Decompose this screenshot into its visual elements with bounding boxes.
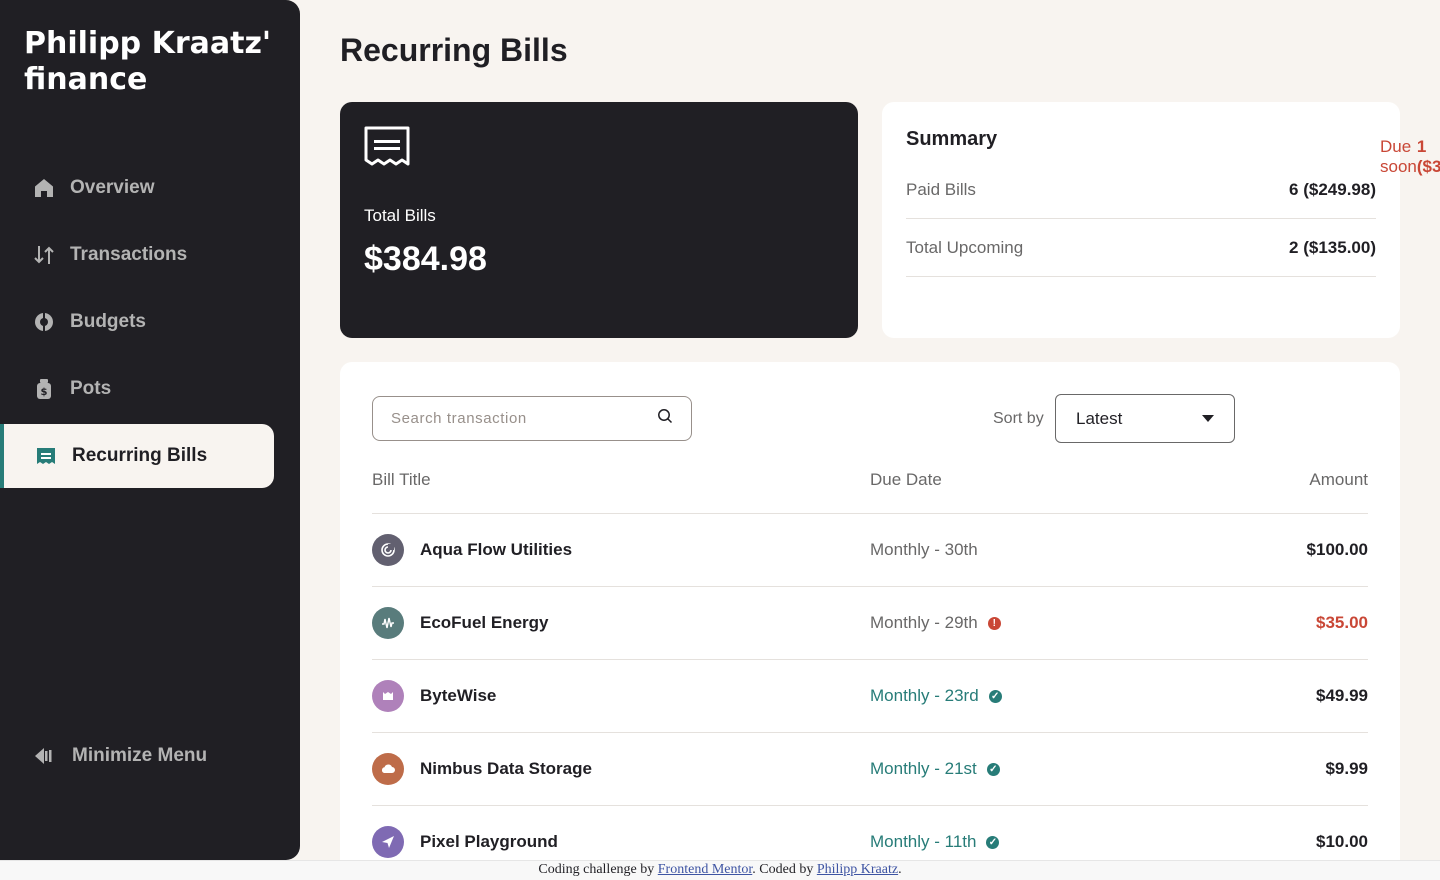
pixel-playground-icon: [372, 826, 404, 858]
footer-text: Coding challenge by: [538, 862, 658, 877]
bill-due-date: Monthly - 11th ✓: [870, 832, 1000, 852]
aqua-flow-icon: [372, 534, 404, 566]
sort-selected-value: Latest: [1076, 408, 1123, 428]
due-text: Monthly - 30th: [870, 540, 978, 559]
summary-label: Total Upcoming: [906, 237, 1024, 257]
frontend-mentor-link[interactable]: Frontend Mentor: [658, 862, 753, 877]
check-icon: ✓: [988, 689, 1002, 703]
brand-logo: Philipp Kraatz' finance: [24, 26, 272, 97]
bill-due-date: Monthly - 23rd ✓: [870, 686, 1002, 706]
nimbus-icon: [372, 753, 404, 785]
sidebar-item-transactions[interactable]: Transactions: [0, 223, 274, 287]
sidebar-item-pots[interactable]: $ Pots: [0, 357, 274, 421]
summary-row-upcoming: Total Upcoming 2 ($135.00): [906, 219, 1376, 277]
bills-list: Aqua Flow Utilities Monthly - 30th $100.…: [372, 514, 1368, 879]
bill-name: Aqua Flow Utilities: [420, 540, 573, 559]
summary-title: Summary: [906, 128, 998, 150]
bill-due-date: Monthly - 21st ✓: [870, 759, 1000, 779]
due-text: Monthly - 23rd: [870, 686, 979, 705]
summary-label: Paid Bills: [906, 179, 976, 199]
total-bills-value: $384.98: [364, 240, 487, 278]
bill-amount: $35.00: [1316, 613, 1368, 632]
search-box: [372, 396, 692, 441]
summary-row-paid: Paid Bills 6 ($249.98): [906, 161, 1376, 219]
bill-amount: $100.00: [1306, 540, 1368, 559]
bill-name: Pixel Playground: [420, 832, 558, 851]
table-header: Bill Title Due Date Amount: [372, 468, 1368, 514]
author-link[interactable]: Philipp Kraatz: [817, 862, 898, 877]
bills-table-card: Sort by Latest Bill Title Due Date Amoun…: [340, 362, 1400, 880]
page-title: Recurring Bills: [340, 32, 568, 68]
sidebar-item-recurring-bills[interactable]: Recurring Bills: [0, 424, 274, 488]
minimize-menu-label: Minimize Menu: [72, 745, 208, 766]
attribution-footer: Coding challenge by Frontend Mentor. Cod…: [0, 860, 1440, 880]
footer-text: .: [898, 862, 902, 877]
total-bills-label: Total Bills: [364, 206, 436, 225]
caret-down-icon: [1202, 415, 1214, 422]
bill-amount: $10.00: [1316, 832, 1368, 851]
table-row[interactable]: ByteWise Monthly - 23rd ✓ $49.99: [372, 660, 1368, 733]
minimize-arrow-icon: [32, 744, 56, 768]
ecofuel-icon: [372, 607, 404, 639]
sort-label: Sort by: [993, 410, 1044, 427]
sidebar-nav: Overview Transactions Budgets $ Pots Rec…: [0, 156, 274, 491]
summary-label: Due soon: [1380, 137, 1417, 176]
total-bills-card: Total Bills $384.98: [340, 102, 858, 338]
summary-value: 1 ($35.00): [1416, 137, 1440, 176]
receipt-icon: [364, 126, 412, 171]
column-header-bill-title: Bill Title: [372, 470, 431, 489]
footer-text: . Coded by: [752, 862, 817, 877]
due-text: Monthly - 21st: [870, 759, 977, 778]
table-row[interactable]: EcoFuel Energy Monthly - 29th! $35.00: [372, 587, 1368, 660]
bytewise-icon: [372, 680, 404, 712]
bill-name: EcoFuel Energy: [420, 613, 549, 632]
sidebar-item-overview[interactable]: Overview: [0, 156, 274, 220]
bill-amount: $9.99: [1325, 759, 1368, 778]
recurring-bills-icon: [34, 444, 58, 468]
column-header-amount: Amount: [1309, 470, 1368, 489]
search-icon[interactable]: [657, 408, 673, 429]
alert-icon: !: [987, 616, 1001, 630]
home-icon: [32, 176, 56, 200]
summary-value: 6 ($249.98): [1289, 179, 1376, 199]
due-text: Monthly - 11th: [870, 832, 977, 851]
svg-text:$: $: [41, 387, 48, 398]
transactions-icon: [32, 243, 56, 267]
check-icon: ✓: [986, 835, 1000, 849]
sidebar-item-label: Overview: [70, 177, 155, 198]
summary-row-due-soon: Due soon 1 ($35.00): [1380, 128, 1440, 186]
budgets-icon: [32, 310, 56, 334]
pots-icon: $: [32, 377, 56, 401]
bill-due-date: Monthly - 30th: [870, 540, 978, 560]
bill-name: Nimbus Data Storage: [420, 759, 592, 778]
bill-due-date: Monthly - 29th!: [870, 613, 1001, 633]
sidebar-item-budgets[interactable]: Budgets: [0, 290, 274, 354]
sidebar-item-label: Pots: [70, 378, 112, 399]
bill-name: ByteWise: [420, 686, 497, 705]
table-row[interactable]: Nimbus Data Storage Monthly - 21st ✓ $9.9…: [372, 733, 1368, 806]
bill-amount: $49.99: [1316, 686, 1368, 705]
sidebar: Philipp Kraatz' finance Overview Transac…: [0, 0, 300, 860]
due-text: Monthly - 29th: [870, 613, 978, 632]
table-row[interactable]: Aqua Flow Utilities Monthly - 30th $100.…: [372, 514, 1368, 587]
minimize-menu-button[interactable]: Minimize Menu: [32, 744, 207, 768]
summary-value: 2 ($135.00): [1289, 237, 1376, 257]
check-icon: ✓: [986, 762, 1000, 776]
search-input[interactable]: [391, 410, 657, 427]
sidebar-item-label: Transactions: [70, 244, 188, 265]
summary-card: Summary Paid Bills 6 ($249.98) Total Upc…: [882, 102, 1440, 338]
sidebar-item-label: Recurring Bills: [72, 445, 208, 466]
sort-select[interactable]: Latest: [1055, 394, 1235, 443]
column-header-due-date: Due Date: [870, 470, 942, 489]
sidebar-item-label: Budgets: [70, 311, 146, 332]
